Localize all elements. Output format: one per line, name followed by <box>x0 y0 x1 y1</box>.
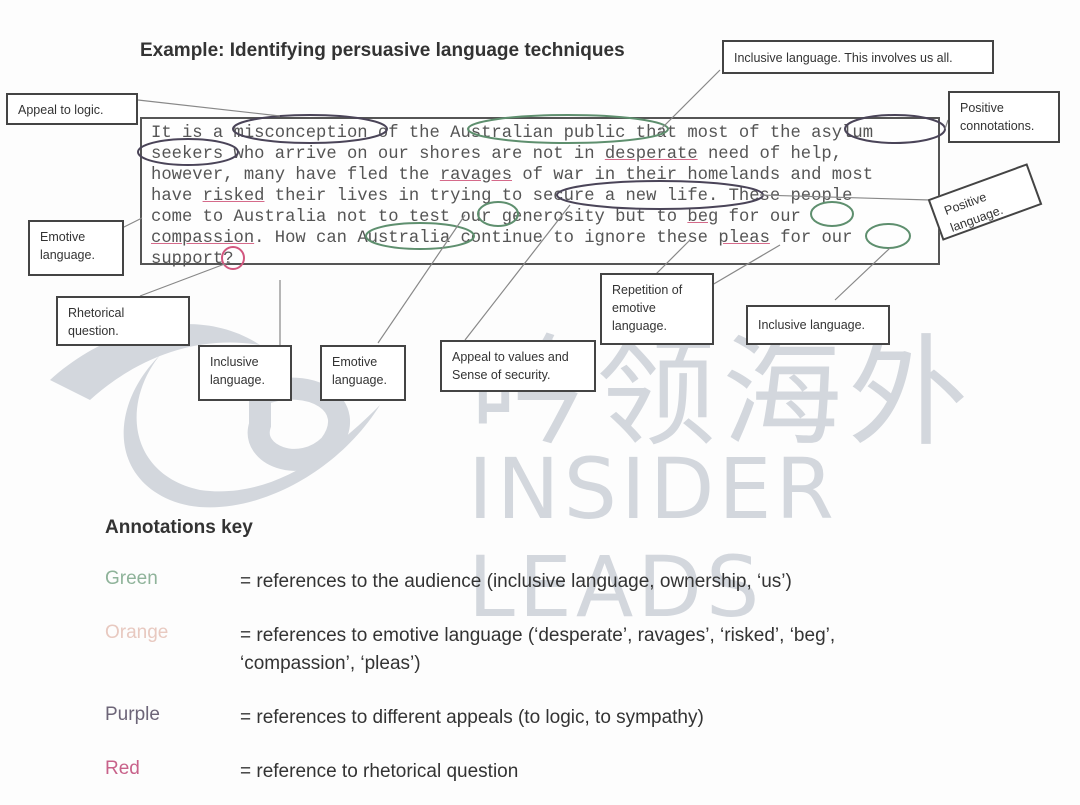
key-description-cont: ‘compassion’, ‘pleas’) <box>240 653 421 674</box>
callout-appeal-to-logic: Appeal to logic. <box>6 93 138 125</box>
passage-text: It is a misconception of the Australian … <box>140 117 940 269</box>
passage-line: support? <box>151 250 234 269</box>
passage-line: have risked their lives in trying to sec… <box>151 187 853 206</box>
callout-emotive-language-2: Emotive language. <box>320 345 406 401</box>
key-color-name: Purple <box>105 704 160 725</box>
passage-line: seekers who arrive on our shores are not… <box>151 145 843 164</box>
callout-inclusive-language-2: Inclusive language. <box>746 305 890 345</box>
callout-appeal-to-values: Appeal to values and Sense of security. <box>440 340 596 392</box>
callout-positive-language: Positive language. <box>927 163 1043 241</box>
callout-rhetorical-question: Rhetorical question. <box>56 296 190 346</box>
callout-inclusive-language-1: Inclusive language. <box>198 345 292 401</box>
callout-inclusive-involves-all: Inclusive language. This involves us all… <box>722 40 994 74</box>
passage-line: It is a misconception of the Australian … <box>151 124 874 143</box>
callout-positive-connotations: Positive connotations. <box>948 91 1060 143</box>
key-description: = references to different appeals (to lo… <box>240 707 704 728</box>
watermark-english: INSIDER LEADS <box>468 440 838 636</box>
passage-line: compassion. How can Australia continue t… <box>151 229 853 248</box>
passage-line: however, many have fled the ravages of w… <box>151 166 874 185</box>
key-color-name: Green <box>105 568 158 589</box>
key-description: = references to emotive language (‘despe… <box>240 625 836 646</box>
key-description: = reference to rhetorical question <box>240 761 519 782</box>
passage-line: come to Australia not to test our genero… <box>151 208 801 227</box>
key-heading: Annotations key <box>105 517 253 538</box>
callout-emotive-language-left: Emotive language. <box>28 220 124 276</box>
page-title: Example: Identifying persuasive language… <box>140 40 625 61</box>
callout-repetition-emotive: Repetition of emotive language. <box>600 273 714 345</box>
key-color-name: Orange <box>105 622 169 643</box>
key-description: = references to the audience (inclusive … <box>240 571 792 592</box>
key-color-name: Red <box>105 758 140 779</box>
